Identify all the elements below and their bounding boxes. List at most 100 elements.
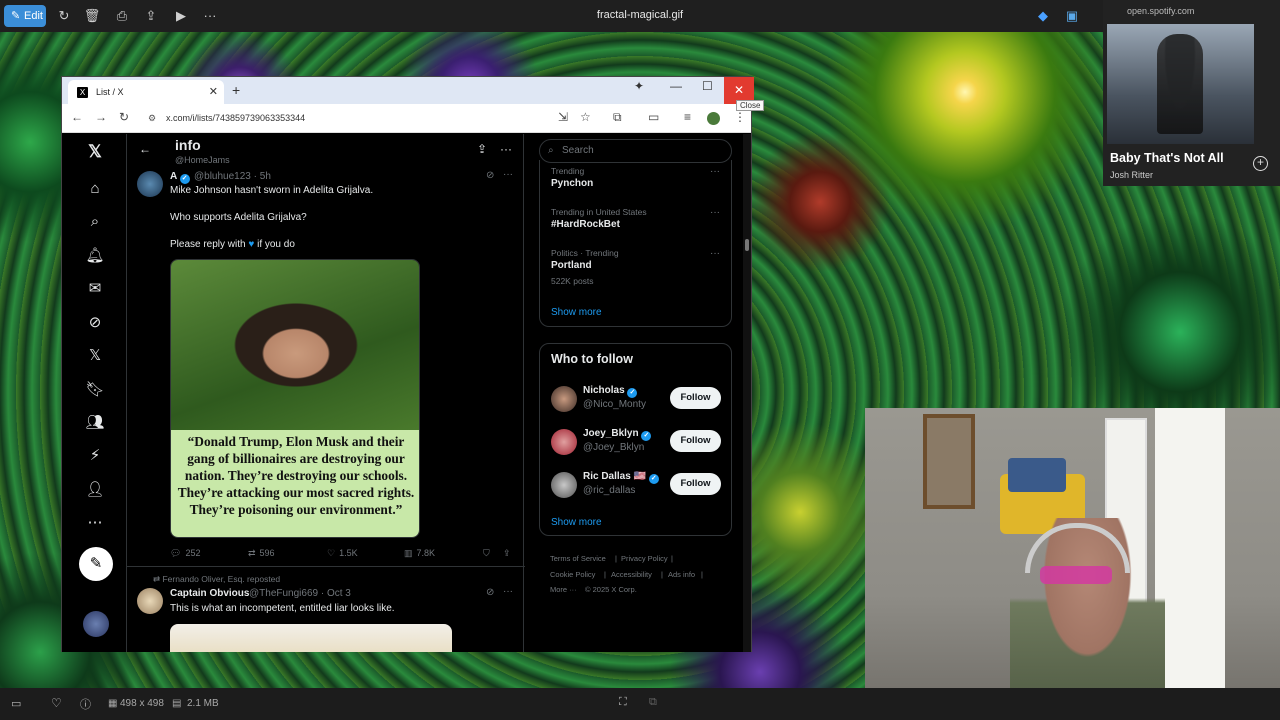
x-logo-icon[interactable]: 𝕏 — [85, 142, 105, 162]
follow-button[interactable]: Follow — [670, 473, 721, 495]
author-avatar[interactable] — [137, 171, 163, 197]
post-button[interactable]: ✎ — [79, 547, 113, 581]
share-post-icon[interactable]: ⇪ — [503, 548, 511, 559]
premium-icon[interactable]: 𝕏 — [85, 346, 105, 366]
scrollbar-thumb[interactable] — [745, 239, 749, 251]
repost-button[interactable]: ⇄ 596 — [248, 548, 275, 559]
notifications-icon[interactable]: 🔔︎ — [85, 246, 105, 266]
bookmarks-icon[interactable]: 🔖︎ — [85, 380, 105, 400]
explore-icon[interactable]: ⌕ — [85, 212, 105, 232]
verified-orgs-icon[interactable]: ⚡︎ — [85, 446, 105, 466]
author-name[interactable]: Captain Obvious — [170, 588, 249, 599]
grok-icon[interactable]: ⊘ — [85, 313, 105, 333]
post-more-icon[interactable]: ··· — [503, 169, 513, 180]
reload-icon[interactable]: ↻ — [119, 110, 129, 124]
suggestion-avatar[interactable] — [551, 472, 577, 498]
views-button[interactable]: ▥ 7.8K — [404, 548, 435, 559]
tweet-image[interactable] — [170, 624, 452, 652]
tab-close-icon[interactable]: ✕ — [209, 80, 218, 104]
trend-name[interactable]: Portland — [551, 260, 592, 271]
more-nav-icon[interactable]: ⋯ — [85, 513, 105, 533]
menu-icon[interactable]: ⋮ — [734, 110, 746, 124]
more-icon[interactable]: ··· — [200, 6, 220, 26]
print-icon[interactable]: ⎙ — [112, 6, 132, 26]
filmstrip-icon[interactable]: ▭ — [11, 697, 21, 710]
scrollbar[interactable] — [743, 134, 751, 652]
list-more-icon[interactable]: ··· — [500, 142, 512, 156]
bookmark-icon[interactable]: ⛉ — [483, 548, 490, 559]
account-avatar[interactable] — [83, 611, 109, 637]
slideshow-icon[interactable]: ▶ — [171, 6, 191, 26]
suggestion-name[interactable]: Joey_Bklyn ✓ — [583, 428, 652, 441]
sparkle-icon[interactable]: ✦ — [634, 79, 644, 93]
tweet-image[interactable]: “Donald Trump, Elon Musk and their gang … — [170, 259, 420, 538]
copilot-icon[interactable]: ◆ — [1033, 6, 1053, 26]
trend-more-icon[interactable]: ··· — [710, 248, 720, 259]
site-info-icon[interactable]: ⚙ — [148, 108, 156, 129]
post-more-icon[interactable]: ··· — [503, 586, 513, 597]
reading-list-icon[interactable]: ≡ — [684, 110, 691, 124]
extensions-icon[interactable]: ⧉ — [613, 110, 622, 125]
author-handle[interactable]: @TheFungi669 · Oct 3 — [249, 588, 351, 599]
bookmark-star-icon[interactable]: ☆ — [580, 110, 591, 124]
rotate-icon[interactable]: ↻ — [54, 6, 74, 26]
url-field[interactable]: ⚙ x.com/i/lists/743859739063353344 — [142, 108, 542, 129]
back-icon[interactable]: ← — [71, 110, 83, 124]
author-name[interactable]: A ✓ — [170, 171, 190, 184]
suggestion-handle[interactable]: @Joey_Bklyn — [583, 442, 644, 453]
info-icon[interactable]: ⓘ — [80, 696, 91, 712]
footer-terms[interactable]: Terms of Service — [550, 554, 606, 563]
suggestion-avatar[interactable] — [551, 429, 577, 455]
footer-copyright: © 2025 X Corp. — [585, 585, 637, 594]
follow-show-more[interactable]: Show more — [551, 517, 602, 528]
grok-post-icon[interactable]: ⊘ — [486, 170, 494, 181]
footer-cookie[interactable]: Cookie Policy — [550, 570, 595, 579]
maximize-icon[interactable]: ☐ — [702, 79, 713, 93]
communities-icon[interactable]: 👥︎ — [85, 413, 105, 433]
profile-nav-icon[interactable]: 👤︎ — [85, 480, 105, 500]
app-icon[interactable]: ▣ — [1062, 6, 1082, 26]
portrait-photo — [171, 260, 419, 430]
share-list-icon[interactable]: ⇪ — [477, 142, 487, 156]
fit-icon[interactable]: ⛶ — [619, 696, 627, 709]
forward-icon[interactable]: → — [95, 110, 107, 124]
trend-more-icon[interactable]: ··· — [710, 207, 720, 218]
favorite-icon[interactable]: ♡ — [51, 696, 62, 710]
install-icon[interactable]: ⇲ — [558, 110, 568, 124]
spotify-card[interactable]: open.spotify.com Baby That's Not All Jos… — [1103, 0, 1280, 186]
minimize-icon[interactable]: — — [670, 79, 682, 93]
follow-button[interactable]: Follow — [670, 387, 721, 409]
home-icon[interactable]: ⌂ — [85, 179, 105, 199]
like-button[interactable]: ♡ 1.5K — [327, 548, 358, 559]
suggestion-avatar[interactable] — [551, 386, 577, 412]
trend-more-icon[interactable]: ··· — [710, 166, 720, 177]
share-icon[interactable]: ⇪ — [141, 6, 161, 26]
repost-context[interactable]: ⇄ Fernando Oliver, Esq. reposted — [153, 574, 280, 585]
messages-icon[interactable]: ✉ — [85, 279, 105, 299]
footer-ads[interactable]: Ads info — [668, 570, 695, 579]
suggestion-handle[interactable]: @Nico_Monty — [583, 399, 646, 410]
author-avatar[interactable] — [137, 588, 163, 614]
add-icon[interactable]: + — [1253, 156, 1268, 171]
delete-icon[interactable]: 🗑 — [82, 6, 102, 26]
suggestion-name[interactable]: Nicholas ✓ — [583, 385, 638, 398]
tab-list-x[interactable]: X List / X ✕ — [68, 80, 224, 104]
edit-button[interactable]: ✎ Edit — [4, 5, 46, 27]
profile-icon[interactable] — [707, 112, 720, 125]
actual-size-icon[interactable]: ⧉ — [649, 696, 657, 709]
follow-button[interactable]: Follow — [670, 430, 721, 452]
back-arrow-icon[interactable]: ← — [139, 142, 151, 156]
reply-button[interactable]: 💬︎ 252 — [170, 548, 200, 559]
sidepanel-icon[interactable]: ▭ — [648, 110, 659, 124]
new-tab-icon[interactable]: + — [232, 82, 240, 98]
suggestion-handle[interactable]: @ric_dallas — [583, 485, 635, 496]
footer-more[interactable]: More ··· — [550, 585, 577, 594]
trends-show-more[interactable]: Show more — [551, 307, 602, 318]
grok-post-icon[interactable]: ⊘ — [486, 587, 494, 598]
author-handle[interactable]: @bluhue123 · 5h — [194, 171, 271, 182]
footer-accessibility[interactable]: Accessibility — [611, 570, 652, 579]
trend-name[interactable]: Pynchon — [551, 178, 593, 189]
suggestion-name[interactable]: Ric Dallas 🇺🇸 ✓ — [583, 471, 659, 484]
trend-name[interactable]: #HardRockBet — [551, 219, 620, 230]
footer-privacy[interactable]: Privacy Policy — [621, 554, 668, 563]
